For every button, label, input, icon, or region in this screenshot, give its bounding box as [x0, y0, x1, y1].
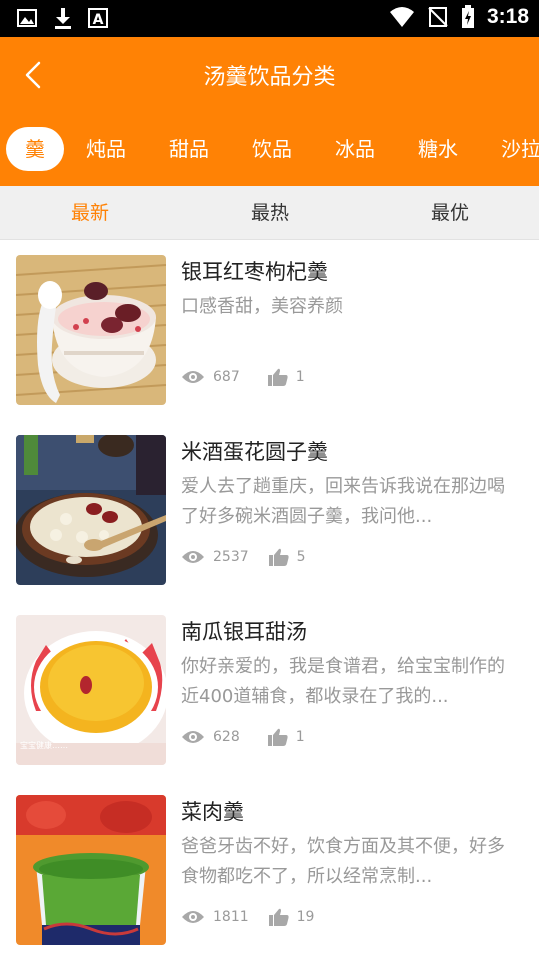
recipe-thumbnail: 宝宝健康……: [16, 615, 166, 765]
thumbs-up-icon[interactable]: [267, 728, 288, 746]
view-count: 628: [213, 729, 240, 745]
tab-sort-best[interactable]: 最优: [360, 186, 539, 240]
recipe-meta: 2537 5: [181, 548, 306, 566]
like-count: 1: [295, 729, 305, 745]
recipe-meta: 687 1: [181, 368, 305, 386]
recipe-description: 爸爸牙齿不好，饮食方面及其不便，好多食物都吃不了，所以经常烹制...: [181, 836, 505, 887]
list-item[interactable]: 菜肉羹 爸爸牙齿不好，饮食方面及其不便，好多食物都吃不了，所以经常烹制... 1…: [0, 780, 539, 960]
recipe-meta: 1811 19: [181, 908, 314, 926]
list-item[interactable]: 米酒蛋花圆子羹 爱人去了趟重庆，回来告诉我说在那边喝了好多碗米酒圆子羹，我问他.…: [0, 420, 539, 600]
like-count: 5: [296, 549, 306, 565]
category-tabs: 羹 炖品 甜品 饮品 冰品 糖水 沙拉: [0, 114, 539, 186]
recipe-thumbnail: [16, 435, 166, 585]
recipe-title: 南瓜银耳甜汤: [181, 620, 307, 644]
recipe-title: 银耳红枣枸杞羹: [181, 260, 328, 284]
thumbs-up-icon[interactable]: [268, 908, 289, 926]
tab-category-2[interactable]: 甜品: [169, 127, 209, 171]
recipe-title: 米酒蛋花圆子羹: [181, 440, 328, 464]
eye-icon: [182, 731, 204, 743]
view-count: 2537: [213, 549, 249, 565]
view-count: 687: [213, 369, 240, 385]
status-left-icons: A: [16, 6, 108, 30]
tab-sort-hottest[interactable]: 最热: [180, 186, 360, 240]
eye-icon: [182, 551, 204, 563]
page-title: 汤羹饮品分类: [203, 65, 336, 90]
thumbs-up-icon[interactable]: [267, 368, 288, 386]
sort-tabs: 最新 最热 最优: [0, 186, 539, 240]
svg-text:A: A: [93, 12, 104, 28]
status-time: 3:18: [486, 5, 529, 28]
tab-sort-newest[interactable]: 最新: [0, 186, 180, 240]
recipe-title: 菜肉羹: [181, 800, 244, 824]
tab-category-3[interactable]: 饮品: [252, 127, 292, 171]
tab-category-1[interactable]: 炖品: [86, 127, 126, 171]
list-item[interactable]: 宝宝健康…… 南瓜银耳甜汤 你好亲爱的，我是食谱君，给宝宝制作的近400道辅食，…: [0, 600, 539, 780]
eye-icon: [182, 911, 204, 923]
tab-category-4[interactable]: 冰品: [335, 127, 375, 171]
recipe-thumbnail: [16, 255, 166, 405]
svg-text:宝宝健康……: 宝宝健康……: [20, 740, 68, 750]
recipe-description: 你好亲爱的，我是食谱君，给宝宝制作的近400道辅食，都收录在了我的...: [181, 656, 505, 707]
tab-category-5[interactable]: 糖水: [418, 127, 458, 171]
image-icon: [17, 9, 37, 27]
eye-icon: [182, 371, 204, 383]
download-icon: [55, 8, 71, 29]
no-signal-icon: [428, 7, 448, 27]
status-bar: A 3:18: [0, 0, 539, 37]
tab-category-6[interactable]: 沙拉: [501, 127, 539, 171]
like-count: 19: [296, 909, 315, 925]
like-count: 1: [295, 369, 305, 385]
status-right-icons: 3:18: [389, 5, 529, 29]
list-item[interactable]: 银耳红枣枸杞羹 口感香甜，美容养颜 687 1: [0, 240, 539, 420]
thumbs-up-icon[interactable]: [268, 548, 289, 566]
app-header: 汤羹饮品分类: [0, 37, 539, 114]
recipe-description: 口感香甜，美容养颜: [181, 296, 343, 317]
recipe-description: 爱人去了趟重庆，回来告诉我说在那边喝了好多碗米酒圆子羹，我问他...: [181, 476, 505, 527]
a-letter-icon: A: [88, 8, 108, 28]
wifi-icon: [389, 7, 414, 27]
recipe-thumbnail: [16, 795, 166, 945]
tab-category-0[interactable]: 羹: [6, 127, 64, 171]
recipe-meta: 628 1: [181, 728, 305, 746]
battery-icon: [461, 5, 474, 28]
view-count: 1811: [213, 909, 249, 925]
